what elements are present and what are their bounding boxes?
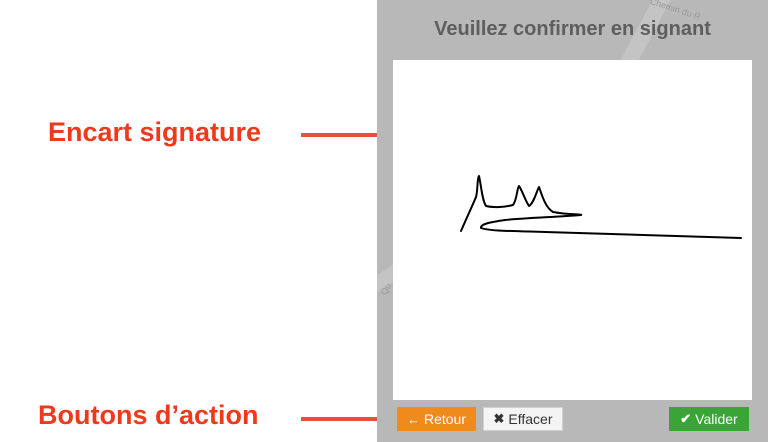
annotation-action-buttons-pointer xyxy=(301,417,383,421)
signature-dialog: Chemin du R Qu Veuillez confirmer en sig… xyxy=(377,0,768,442)
validate-button[interactable]: ✔ Valider xyxy=(669,407,749,431)
back-button[interactable]: ← Retour xyxy=(397,407,476,431)
annotation-signature-box-label: Encart signature xyxy=(48,117,262,147)
annotation-action-buttons-label: Boutons d’action xyxy=(38,400,259,430)
validate-button-label: Valider xyxy=(695,411,738,427)
clear-button[interactable]: ✖ Effacer xyxy=(483,407,563,431)
annotation-signature-box-pointer xyxy=(301,133,383,137)
back-button-label: Retour xyxy=(423,411,467,427)
signature-drawing xyxy=(460,175,742,239)
dialog-title: Veuillez confirmer en signant xyxy=(434,18,711,40)
times-icon: ✖ xyxy=(493,411,505,426)
signature-canvas[interactable] xyxy=(393,60,752,400)
signature-stroke xyxy=(460,175,742,239)
check-icon: ✔ xyxy=(680,411,692,426)
clear-button-label: Effacer xyxy=(508,411,553,427)
arrow-left-icon: ← xyxy=(406,411,420,427)
